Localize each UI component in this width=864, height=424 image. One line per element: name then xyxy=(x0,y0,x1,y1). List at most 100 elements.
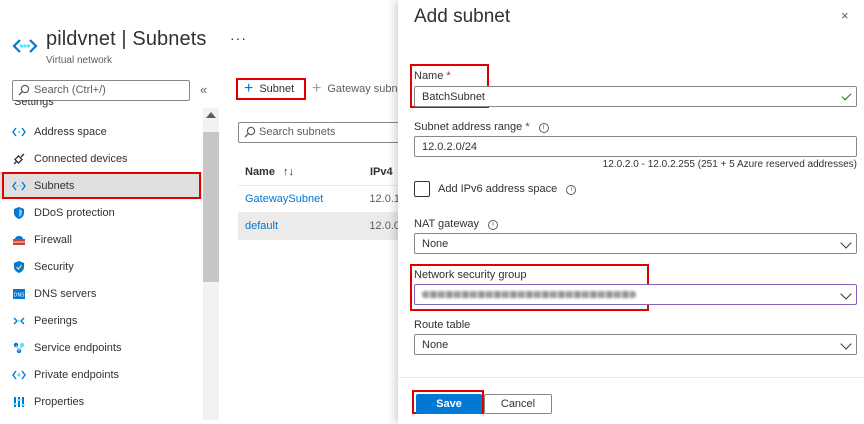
label-text: Subnet address range xyxy=(414,121,523,133)
collapse-nav-button[interactable]: « xyxy=(200,82,207,97)
scroll-up-arrow-icon[interactable] xyxy=(206,112,216,118)
subnet-ipv4: 12.0.0 xyxy=(369,220,400,232)
range-input-value: 12.0.2.0/24 xyxy=(422,140,478,153)
sidebar-item-label: Peerings xyxy=(34,314,78,327)
table-header: Name ↑↓ IPv4 xyxy=(238,158,400,186)
svg-text:DNS: DNS xyxy=(14,292,25,298)
address-space-icon xyxy=(12,127,26,136)
table-row[interactable]: GatewaySubnet 12.0.1 xyxy=(238,186,400,213)
name-label: Name * xyxy=(414,70,451,82)
chevron-down-icon xyxy=(840,288,852,300)
sidebar-item-label: Service endpoints xyxy=(34,341,122,354)
sidebar-item-label: Address space xyxy=(34,125,107,138)
subnet-address-range-input[interactable]: 12.0.2.0/24 xyxy=(414,136,857,157)
sidebar-item-label: Subnets xyxy=(34,179,75,192)
sidebar-item-label: Private endpoints xyxy=(34,368,119,381)
sidebar-item-label: Connected devices xyxy=(34,152,128,165)
sidebar-item-service-endpoints[interactable]: Service endpoints xyxy=(0,334,202,361)
sidebar-item-private-endpoints[interactable]: Private endpoints xyxy=(0,361,202,388)
subnets-table: Name ↑↓ IPv4 GatewaySubnet 12.0.1 defaul… xyxy=(238,158,400,240)
close-icon[interactable]: × xyxy=(841,8,849,23)
add-gateway-label: Gateway subn xyxy=(327,83,398,95)
network-security-group-dropdown[interactable] xyxy=(414,284,857,305)
sidebar-item-connected-devices[interactable]: Connected devices xyxy=(0,145,202,172)
resource-header: pildvnet | Subnets Virtual network ··· xyxy=(0,0,400,72)
sidebar-item-peerings[interactable]: Peerings xyxy=(0,307,202,334)
nav-search-input[interactable]: Search (Ctrl+/) xyxy=(12,80,190,101)
plus-icon: + xyxy=(244,80,254,97)
subnet-search-input[interactable]: Search subnets xyxy=(238,122,400,143)
sidebar-item-label: DNS servers xyxy=(34,287,97,300)
scrollbar-thumb[interactable] xyxy=(203,132,219,282)
column-label: Name xyxy=(245,165,275,178)
name-input[interactable]: BatchSubnet xyxy=(414,86,857,107)
info-icon[interactable]: i xyxy=(488,220,499,230)
label-text: Add IPv6 address space xyxy=(438,183,558,195)
search-icon xyxy=(18,84,30,96)
ipv6-checkbox[interactable] xyxy=(414,181,430,197)
save-button[interactable]: Save xyxy=(416,394,482,414)
name-input-value: BatchSubnet xyxy=(422,90,485,103)
sidebar-item-label: Properties xyxy=(34,395,85,408)
sidebar-item-ddos-protection[interactable]: DDoS protection xyxy=(0,199,202,226)
add-gateway-subnet-button[interactable]: + Gateway subn xyxy=(312,78,398,100)
nsg-label: Network security group xyxy=(414,269,527,281)
dns-icon: DNS xyxy=(13,288,25,299)
panel-title: Add subnet xyxy=(414,6,511,27)
resource-name: pildvnet xyxy=(46,28,116,50)
security-shield-icon xyxy=(14,260,24,273)
sidebar-item-subnets[interactable]: Subnets xyxy=(0,172,202,199)
subnet-name-link[interactable]: GatewaySubnet xyxy=(238,193,369,205)
sidebar-item-address-space[interactable]: Address space xyxy=(0,118,202,145)
footer-divider xyxy=(398,377,864,378)
required-mark: * xyxy=(525,121,530,133)
required-mark: * xyxy=(446,70,451,82)
search-icon xyxy=(244,126,256,138)
nav-search-placeholder: Search (Ctrl+/) xyxy=(34,84,106,96)
cancel-button[interactable]: Cancel xyxy=(484,394,552,414)
checkmark-icon xyxy=(841,90,852,101)
sort-icon[interactable]: ↑↓ xyxy=(283,166,294,178)
title-separator: | xyxy=(121,28,127,50)
ipv6-label: Add IPv6 address space i xyxy=(438,183,577,195)
sidebar-item-properties[interactable]: Properties xyxy=(0,388,202,415)
address-range-hint: 12.0.2.0 - 12.0.2.255 (251 + 5 Azure res… xyxy=(602,159,857,170)
nat-gateway-dropdown[interactable]: None xyxy=(414,233,857,254)
sidebar-item-label: Security xyxy=(34,260,74,273)
column-header-ipv4[interactable]: IPv4 xyxy=(370,166,393,178)
route-table-label: Route table xyxy=(414,319,471,331)
nat-gateway-value: None xyxy=(422,237,449,250)
plus-icon: + xyxy=(312,80,322,97)
properties-icon xyxy=(13,396,25,407)
route-table-value: None xyxy=(422,338,449,351)
nav-group-label: Settings xyxy=(14,100,54,108)
add-subnet-label: Subnet xyxy=(259,83,295,95)
label-text: Name xyxy=(414,70,444,82)
page-title: pildvnet | Subnets xyxy=(46,28,206,51)
more-options-button[interactable]: ··· xyxy=(230,30,247,46)
info-icon[interactable]: i xyxy=(566,185,577,195)
route-table-dropdown[interactable]: None xyxy=(414,334,857,355)
table-row[interactable]: default 12.0.0 xyxy=(238,213,400,240)
plug-icon xyxy=(13,153,25,164)
nav-scrollbar[interactable] xyxy=(203,108,219,420)
sidebar-item-dns-servers[interactable]: DNS DNS servers xyxy=(0,280,202,307)
shield-icon xyxy=(14,206,24,219)
subnet-search-placeholder: Search subnets xyxy=(259,126,336,138)
subnet-name-link[interactable]: default xyxy=(238,220,369,232)
sidebar-item-security[interactable]: Security xyxy=(0,253,202,280)
column-header-name[interactable]: Name ↑↓ xyxy=(238,166,370,178)
chevron-down-icon xyxy=(840,237,852,249)
sidebar-item-firewall[interactable]: Firewall xyxy=(0,226,202,253)
range-label: Subnet address range * i xyxy=(414,121,549,133)
subnet-ipv4: 12.0.1 xyxy=(369,193,400,205)
nat-gateway-label: NAT gateway i xyxy=(414,218,499,230)
vnet-icon xyxy=(12,39,38,53)
firewall-icon xyxy=(13,235,25,245)
add-subnet-button[interactable]: + Subnet xyxy=(236,78,306,100)
service-endpoints-icon xyxy=(13,342,25,353)
info-icon[interactable]: i xyxy=(538,123,549,133)
section-name: Subnets xyxy=(132,28,207,50)
add-subnet-panel: Add subnet × Name * BatchSubnet Subnet a… xyxy=(398,0,864,424)
sidebar-item-label: Firewall xyxy=(34,233,72,246)
